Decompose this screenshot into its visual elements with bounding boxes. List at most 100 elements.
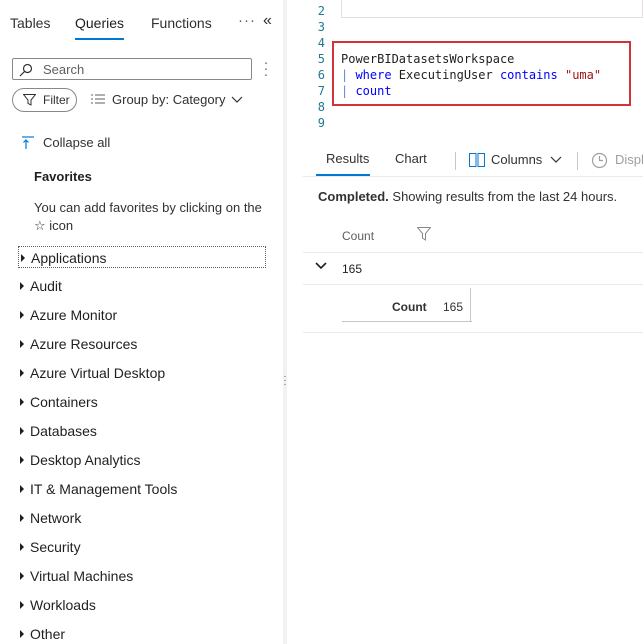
line-number: 2 [317, 4, 325, 18]
display-time-label: Displ [615, 152, 643, 167]
caret-right-icon [20, 398, 24, 406]
category-label: Virtual Machines [30, 568, 134, 584]
caret-right-icon [20, 369, 24, 377]
category-item[interactable]: IT & Management Tools [18, 478, 266, 500]
caret-right-icon [20, 485, 24, 493]
expand-row-chevron-icon[interactable] [315, 262, 327, 270]
category-item[interactable]: Azure Monitor [18, 304, 266, 326]
column-filter-icon[interactable] [417, 227, 431, 241]
search-input[interactable]: Search [12, 58, 252, 80]
chevron-down-icon [550, 156, 562, 163]
divider [303, 284, 643, 285]
result-row-count-value[interactable]: 165 [342, 262, 362, 276]
category-label: Azure Virtual Desktop [30, 365, 166, 381]
column-header-count[interactable]: Count [342, 229, 374, 243]
category-label: Desktop Analytics [30, 452, 141, 468]
collapse-all-label: Collapse all [43, 135, 111, 150]
detail-value: 165 [443, 300, 464, 314]
columns-label: Columns [491, 152, 543, 167]
caret-right-icon [20, 456, 24, 464]
category-item[interactable]: Security [18, 536, 266, 558]
category-label: Other [30, 626, 66, 642]
favorites-title: Favorites [34, 169, 92, 184]
favorites-hint: You can add favorites by clicking on the… [34, 200, 262, 233]
line-number: 5 [317, 52, 325, 66]
row-detail: Count 165 [342, 288, 472, 322]
filter-label: Filter [43, 93, 70, 107]
caret-right-icon [20, 630, 24, 638]
collapse-all-icon [22, 136, 34, 149]
search-icon [19, 63, 33, 77]
caret-right-icon [20, 543, 24, 551]
query-explorer-panel: Tables Queries Functions ··· « Search · ·… [0, 0, 283, 644]
category-label: Security [30, 539, 81, 555]
caret-right-icon [20, 572, 24, 580]
active-tab-indicator [75, 38, 124, 40]
toolbar-separator [455, 152, 456, 170]
columns-icon [469, 153, 485, 167]
list-icon [91, 94, 105, 104]
category-item[interactable]: Azure Resources [18, 333, 266, 355]
caret-right-icon [20, 282, 24, 290]
divider [303, 176, 643, 177]
category-item[interactable]: Azure Virtual Desktop [18, 362, 266, 384]
category-item[interactable]: Network [18, 507, 266, 529]
pipe-operator: | [341, 84, 356, 98]
tab-chart[interactable]: Chart [395, 151, 427, 166]
caret-right-icon [21, 254, 25, 262]
previous-query-block [341, 0, 643, 18]
detail-key: Count [392, 300, 427, 314]
line-number: 8 [317, 100, 325, 114]
clock-icon [591, 152, 608, 169]
code-line-5: PowerBIDatasetsWorkspace [341, 51, 514, 67]
column-name: ExecutingUser [391, 68, 500, 82]
filter-button[interactable]: Filter [12, 88, 77, 112]
line-number: 3 [317, 20, 325, 34]
pipe-operator: | [341, 68, 356, 82]
detail-border [470, 288, 471, 322]
category-label: Azure Monitor [30, 307, 118, 323]
table-name: PowerBIDatasetsWorkspace [341, 52, 515, 66]
collapse-panel-icon[interactable]: « [263, 12, 272, 30]
category-item[interactable]: Desktop Analytics [18, 449, 266, 471]
category-item[interactable]: Other [18, 623, 266, 644]
code-line-7: | count [341, 83, 392, 99]
caret-right-icon [20, 427, 24, 435]
toolbar-separator [577, 152, 578, 170]
category-label: Network [30, 510, 82, 526]
query-editor[interactable]: 2 3 4 5 6 7 8 9 PowerBIDatasetsWorkspace… [287, 0, 643, 136]
status-completed: Completed. [318, 189, 389, 204]
tab-results[interactable]: Results [326, 151, 369, 166]
caret-right-icon [20, 340, 24, 348]
category-item[interactable]: Applications [18, 246, 266, 268]
category-label: Azure Resources [30, 336, 138, 352]
keyword-where: where [355, 68, 392, 82]
tab-queries[interactable]: Queries [75, 15, 124, 31]
category-item[interactable]: Virtual Machines [18, 565, 266, 587]
tab-tables[interactable]: Tables [10, 15, 50, 31]
category-item[interactable]: Workloads [18, 594, 266, 616]
category-label: IT & Management Tools [30, 481, 178, 497]
category-item[interactable]: Containers [18, 391, 266, 413]
search-placeholder: Search [43, 62, 85, 77]
more-options-icon[interactable]: ··· [238, 12, 256, 29]
filter-icon [23, 94, 36, 106]
line-number: 6 [317, 68, 325, 82]
category-label: Applications [31, 250, 107, 266]
search-options-icon[interactable]: · · · [263, 55, 269, 81]
string-literal: "uma" [564, 68, 602, 82]
category-item[interactable]: Databases [18, 420, 266, 442]
status-message: Completed. Showing results from the last… [318, 189, 617, 204]
category-label: Workloads [30, 597, 96, 613]
divider [303, 332, 643, 333]
tab-functions[interactable]: Functions [151, 15, 212, 31]
caret-right-icon [20, 601, 24, 609]
keyword-count: count [355, 84, 392, 98]
code-line-6: | where ExecutingUser contains "uma" [341, 67, 601, 83]
chevron-down-icon [231, 96, 243, 103]
category-item[interactable]: Audit [18, 275, 266, 297]
status-text: Showing results from the last 24 hours. [388, 189, 618, 204]
keyword-contains: contains [499, 68, 558, 82]
caret-right-icon [20, 514, 24, 522]
